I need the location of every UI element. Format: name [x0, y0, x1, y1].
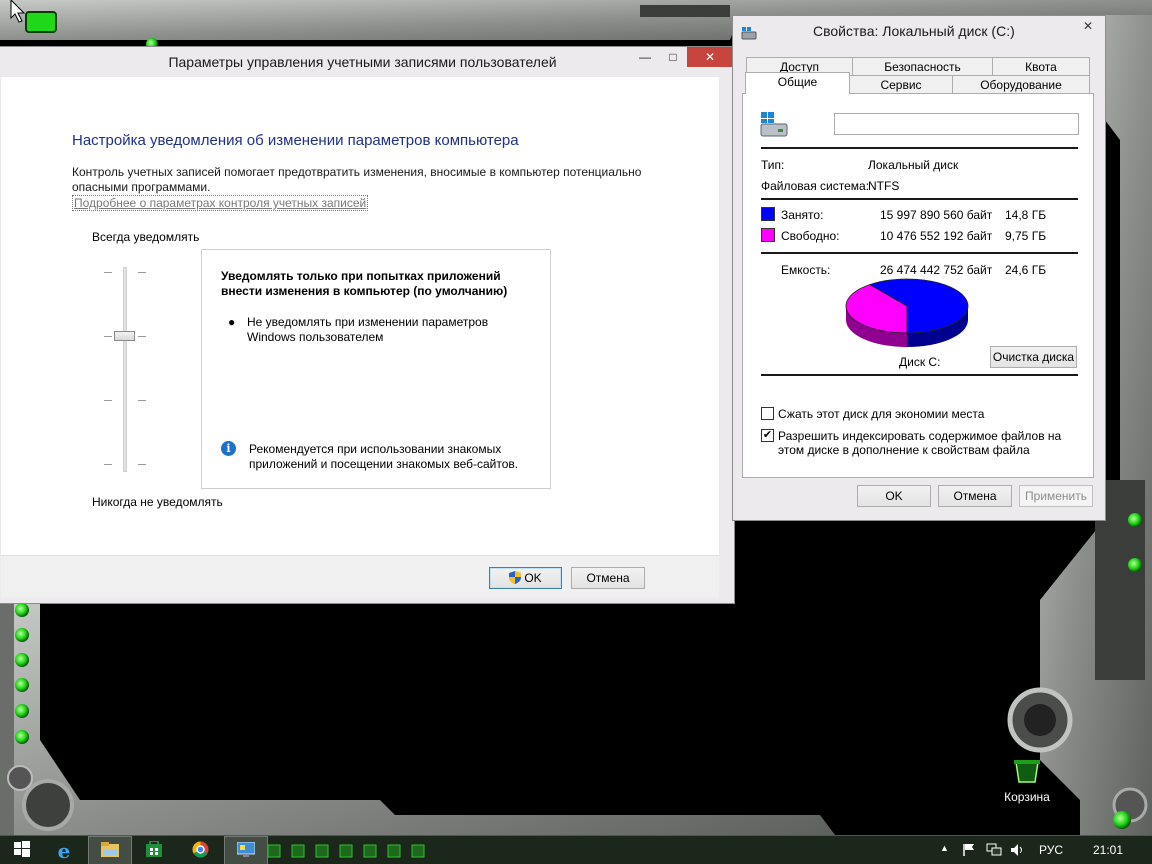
taskbar-decoration [267, 843, 438, 862]
cancel-button[interactable]: Отмена [938, 485, 1012, 507]
drive-icon [758, 110, 790, 143]
free-bytes: 10 476 552 192 байт [880, 229, 993, 243]
index-checkbox[interactable]: ✔ [761, 429, 774, 442]
capacity-label: Емкость: [781, 263, 831, 277]
taskbar-chrome[interactable] [178, 836, 222, 864]
recycle-bin[interactable]: Корзина [996, 756, 1058, 804]
taskbar-internet-explorer[interactable]: e [42, 836, 86, 864]
uac-learn-more-link[interactable]: Подробнее о параметрах контроля учетных … [72, 195, 369, 211]
tab-general[interactable]: Общие [745, 72, 850, 94]
bullet-icon: ● [228, 315, 236, 329]
slider-tick [138, 336, 146, 337]
cancel-button[interactable]: Отмена [571, 567, 645, 589]
type-value: Локальный диск [868, 158, 959, 172]
start-icon [14, 841, 30, 860]
drive-name-input[interactable] [834, 113, 1079, 135]
minimize-button[interactable]: — [631, 47, 659, 67]
apply-button[interactable]: Применить [1019, 485, 1093, 507]
slider-tick [104, 464, 112, 465]
slider-tick [138, 464, 146, 465]
slider-thumb[interactable] [114, 331, 135, 341]
free-label: Свободно: [781, 229, 840, 243]
level-bullet-text: Не уведомлять при изменении параметров W… [247, 315, 489, 344]
clock[interactable]: 21:01 [1093, 843, 1123, 857]
ok-label: OK [524, 571, 542, 585]
ok-button[interactable]: OK [857, 485, 931, 507]
type-label: Тип: [761, 158, 785, 172]
separator [761, 252, 1078, 254]
recycle-bin-icon [1010, 756, 1044, 786]
flag-icon[interactable] [962, 843, 976, 860]
shield-icon [509, 570, 522, 590]
drive-small-icon [741, 26, 757, 43]
disk-cleanup-button[interactable]: Очистка диска [990, 346, 1077, 368]
disk-label: Диск C: [899, 355, 941, 369]
free-size: 9,75 ГБ [1005, 229, 1047, 243]
uac-client-area: Настройка уведомления об изменении парам… [1, 77, 719, 555]
used-size: 14,8 ГБ [1005, 208, 1047, 222]
capacity-bytes: 26 474 442 752 байт [880, 263, 993, 277]
slider-tick [138, 400, 146, 401]
language-indicator[interactable]: РУС [1039, 843, 1063, 857]
uac-settings-window: Параметры управления учетными записями п… [0, 46, 735, 604]
tab-security[interactable]: Безопасность [852, 57, 993, 76]
ok-button[interactable]: OK [489, 567, 562, 589]
general-tab-panel: Тип: Локальный диск Файловая система: NT… [742, 93, 1094, 478]
uac-heading: Настройка уведомления об изменении парам… [72, 132, 519, 149]
capacity-size: 24,6 ГБ [1005, 263, 1047, 277]
disk-usage-pie-chart [845, 278, 969, 347]
tab-tools[interactable]: Сервис [849, 75, 953, 94]
uac-window-title: Параметры управления учетными записями п… [168, 54, 557, 70]
recycle-bin-label: Корзина [1004, 790, 1050, 804]
used-color-swatch [761, 207, 775, 221]
level-recommendation: Рекомендуется при использовании знакомых… [249, 442, 519, 471]
network-icon[interactable] [986, 843, 1002, 860]
close-button[interactable]: ✕ [687, 47, 733, 67]
uac-description: Контроль учетных записей помогает предот… [72, 165, 642, 194]
show-hidden-icons-icon[interactable]: ▲ [940, 843, 949, 853]
props-window-title: Свойства: Локальный диск (C:) [813, 23, 1015, 39]
separator [761, 198, 1078, 200]
slider-tick [104, 336, 112, 337]
info-icon: i [221, 441, 236, 456]
separator [761, 147, 1078, 149]
internet-explorer-icon: e [57, 838, 71, 863]
maximize-button[interactable]: □ [659, 47, 687, 67]
tab-quota[interactable]: Квота [992, 57, 1090, 76]
filesystem-label: Файловая система: [761, 179, 870, 193]
volume-icon[interactable] [1010, 843, 1026, 860]
tab-hardware[interactable]: Оборудование [952, 75, 1090, 94]
used-label: Занято: [781, 208, 824, 222]
used-bytes: 15 997 890 560 байт [880, 208, 993, 222]
compress-checkbox[interactable] [761, 407, 774, 420]
file-explorer-icon [101, 841, 119, 860]
store-icon [146, 840, 162, 860]
taskbar-store[interactable] [132, 836, 176, 864]
free-color-swatch [761, 228, 775, 242]
slider-tick [104, 272, 112, 273]
close-button[interactable]: ✕ [1071, 16, 1105, 36]
level-description-box: Уведомлять только при попытках приложени… [201, 249, 551, 489]
separator [761, 374, 1078, 376]
start-button[interactable] [0, 836, 44, 864]
slider-bottom-label: Никогда не уведомлять [92, 495, 223, 509]
uac-footer: OK Отмена [1, 555, 719, 598]
slider-tick [138, 272, 146, 273]
slider-tick [104, 400, 112, 401]
index-label[interactable]: Разрешить индексировать содержимое файло… [778, 429, 1078, 457]
taskbar-file-explorer[interactable] [88, 836, 132, 864]
taskbar: e ▲ РУС 21:01 [0, 835, 1152, 864]
level-heading: Уведомлять только при попытках приложени… [221, 269, 508, 298]
disk-properties-window: Свойства: Локальный диск (C:) ✕ Доступ Б… [732, 15, 1106, 521]
chrome-icon [192, 841, 209, 861]
slider-track[interactable] [123, 267, 127, 472]
uac-titlebar[interactable]: Параметры управления учетными записями п… [0, 47, 734, 77]
taskbar-control-panel[interactable] [224, 836, 268, 864]
compress-label[interactable]: Сжать этот диск для экономии места [778, 407, 984, 421]
control-panel-icon [236, 841, 256, 860]
slider-top-label: Всегда уведомлять [92, 230, 200, 244]
props-titlebar[interactable]: Свойства: Локальный диск (C:) ✕ [733, 16, 1105, 46]
filesystem-value: NTFS [868, 179, 900, 193]
